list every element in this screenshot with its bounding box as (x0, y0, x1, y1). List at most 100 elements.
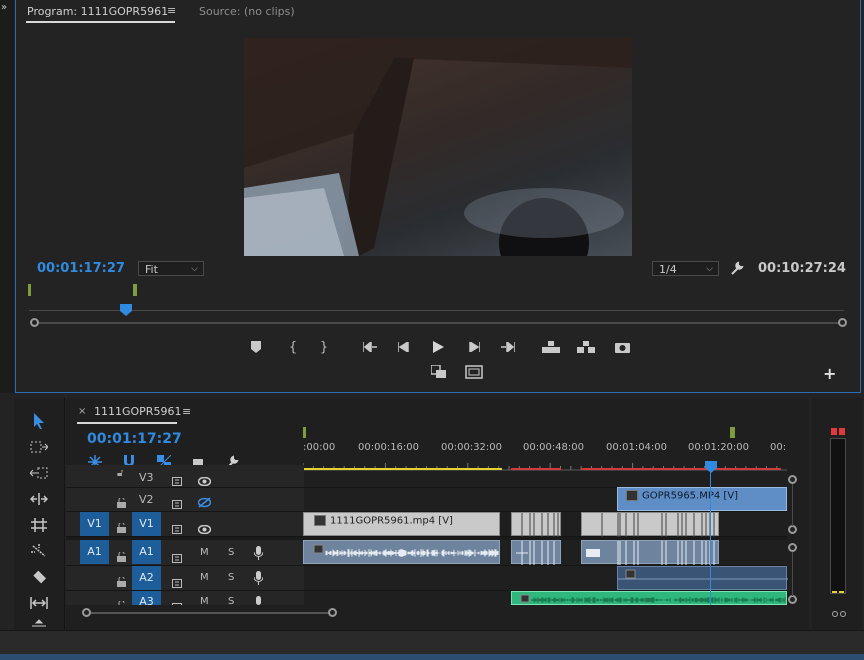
program-current-timecode[interactable]: 00:01:17:27 (37, 261, 125, 276)
audio-scrollbar-track[interactable] (792, 552, 793, 596)
track-target-a2[interactable]: A2 (132, 566, 161, 590)
toggle-output-eye-icon[interactable] (197, 519, 212, 538)
clip-indicator-left[interactable] (831, 428, 837, 435)
add-marker-button[interactable] (245, 338, 267, 356)
clip-1111gopr5961-video[interactable]: 1111GOPR5961.mp4 [V] (303, 512, 500, 536)
mark-in-button[interactable]: { (282, 338, 304, 356)
left-panel-edge: » (0, 0, 14, 393)
play-button[interactable] (427, 338, 449, 356)
video-scrollbar-track[interactable] (792, 484, 793, 526)
chevron-down-icon: ⌵ (706, 264, 713, 274)
lock-icon[interactable] (117, 572, 126, 591)
lock-icon[interactable] (117, 596, 126, 605)
insert-overwrite-icon[interactable] (428, 363, 450, 381)
solo-meter-buttons[interactable] (831, 603, 847, 622)
timeline-marker[interactable] (730, 427, 735, 438)
status-bar (0, 630, 864, 655)
mini-timeline-ruler[interactable] (29, 310, 844, 311)
video-scroll-bottom-handle[interactable] (788, 525, 797, 534)
mark-out-button[interactable]: } (313, 338, 335, 356)
resolution-value: 1/4 (659, 263, 677, 276)
track-select-tool-icon[interactable] (28, 436, 50, 458)
mute-track-button[interactable]: M (200, 572, 209, 583)
video-scroll-top-handle[interactable] (788, 475, 797, 484)
go-to-out-button[interactable] (497, 338, 519, 356)
sync-lock-icon[interactable] (172, 519, 184, 538)
lock-icon[interactable] (117, 547, 126, 566)
solo-track-button[interactable]: S (228, 572, 234, 583)
track-name-v3[interactable]: V3 (139, 471, 154, 484)
lift-button[interactable] (540, 338, 562, 356)
marker[interactable] (133, 284, 137, 296)
mute-track-button[interactable]: M (200, 547, 209, 558)
voice-over-record-mic-icon[interactable] (254, 595, 263, 605)
sync-lock-icon[interactable] (172, 494, 184, 513)
step-forward-button[interactable] (463, 338, 485, 356)
lock-icon[interactable] (117, 493, 126, 512)
slip-tool-icon[interactable] (28, 566, 50, 588)
source-patch-a1[interactable]: A1 (80, 540, 109, 564)
clip-gopr5965-video[interactable]: GOPR5965.MP4 [V] (617, 487, 787, 511)
clip-segment[interactable] (511, 512, 561, 537)
toggle-output-eye-hidden-icon[interactable] (197, 493, 212, 512)
expand-panels-icon[interactable]: » (1, 2, 7, 13)
in-marker[interactable] (28, 284, 31, 296)
playback-resolution-select[interactable]: 1/4 ⌵ (652, 261, 719, 276)
clip-audio-segment[interactable] (511, 540, 561, 565)
selection-tool-icon[interactable] (28, 410, 50, 432)
timeline-zoom-scrollbar[interactable] (86, 612, 334, 614)
step-back-button[interactable] (393, 338, 415, 356)
voice-over-record-mic-icon[interactable] (253, 570, 264, 589)
clip-indicator-right[interactable] (839, 428, 845, 435)
panel-menu-icon[interactable]: ≡ (167, 4, 176, 17)
pen-tool-icon[interactable] (28, 592, 50, 614)
safe-margins-icon[interactable] (463, 363, 485, 381)
clip-audio-segment[interactable] (581, 540, 719, 565)
timeline-zoom-left-handle[interactable] (82, 608, 91, 617)
sync-lock-icon[interactable] (172, 597, 184, 605)
close-sequence-icon[interactable]: × (78, 406, 86, 417)
solo-track-button[interactable]: S (228, 596, 234, 605)
extract-button[interactable] (575, 338, 597, 356)
track-target-v1[interactable]: V1 (132, 512, 161, 536)
track-name-v2[interactable]: V2 (139, 493, 154, 506)
wrench-settings-icon[interactable] (729, 260, 745, 280)
export-frame-camera-icon[interactable] (611, 338, 633, 356)
zoom-scrollbar-left-handle[interactable] (30, 318, 39, 327)
voice-over-record-mic-icon[interactable] (253, 545, 264, 564)
rate-stretch-tool-icon[interactable] (28, 514, 50, 536)
sync-lock-icon[interactable] (172, 573, 184, 592)
button-editor-add-icon[interactable]: + (823, 364, 836, 383)
timeline-in-marker[interactable] (303, 427, 306, 438)
lock-icon[interactable]: 🔓︎ (117, 468, 123, 479)
mute-track-button[interactable]: M (200, 596, 209, 605)
zoom-scrollbar-right-handle[interactable] (838, 318, 847, 327)
zoom-scrollbar-track[interactable] (34, 322, 842, 324)
go-to-in-button[interactable] (359, 338, 381, 356)
rolling-edit-tool-icon[interactable] (28, 488, 50, 510)
tab-source[interactable]: Source: (no clips) (199, 5, 295, 18)
clip-segment[interactable] (581, 512, 719, 537)
timeline-menu-icon[interactable]: ≡ (182, 405, 191, 418)
clip-music-audio[interactable] (511, 591, 787, 605)
track-target-a1[interactable]: A1 (132, 540, 161, 564)
track-target-a3[interactable]: A3 (132, 591, 161, 605)
sequence-tab[interactable]: 1111GOPR5961 (94, 405, 181, 418)
timeline-playhead[interactable] (705, 458, 717, 473)
razor-tool-icon[interactable] (28, 540, 50, 562)
zoom-level-select[interactable]: Fit ⌵ (138, 261, 204, 276)
clip-gopr5965-audio[interactable] (617, 566, 788, 590)
lock-icon[interactable] (117, 518, 126, 537)
hand-tool-icon[interactable] (28, 618, 50, 630)
program-playhead[interactable] (119, 301, 132, 316)
timeline-current-timecode[interactable]: 00:01:17:27 (87, 431, 182, 447)
tab-program[interactable]: Program: 1111GOPR5961 (27, 5, 168, 18)
source-patch-v1[interactable]: V1 (80, 512, 109, 536)
solo-track-button[interactable]: S (228, 547, 234, 558)
timeline-zoom-right-handle[interactable] (328, 608, 337, 617)
audio-scroll-bottom-handle[interactable] (788, 595, 797, 604)
ripple-edit-tool-icon[interactable] (28, 462, 50, 484)
clip-1111gopr5961-audio[interactable] (303, 540, 500, 564)
audio-scroll-top-handle[interactable] (788, 543, 797, 552)
sync-lock-icon[interactable] (172, 548, 184, 567)
